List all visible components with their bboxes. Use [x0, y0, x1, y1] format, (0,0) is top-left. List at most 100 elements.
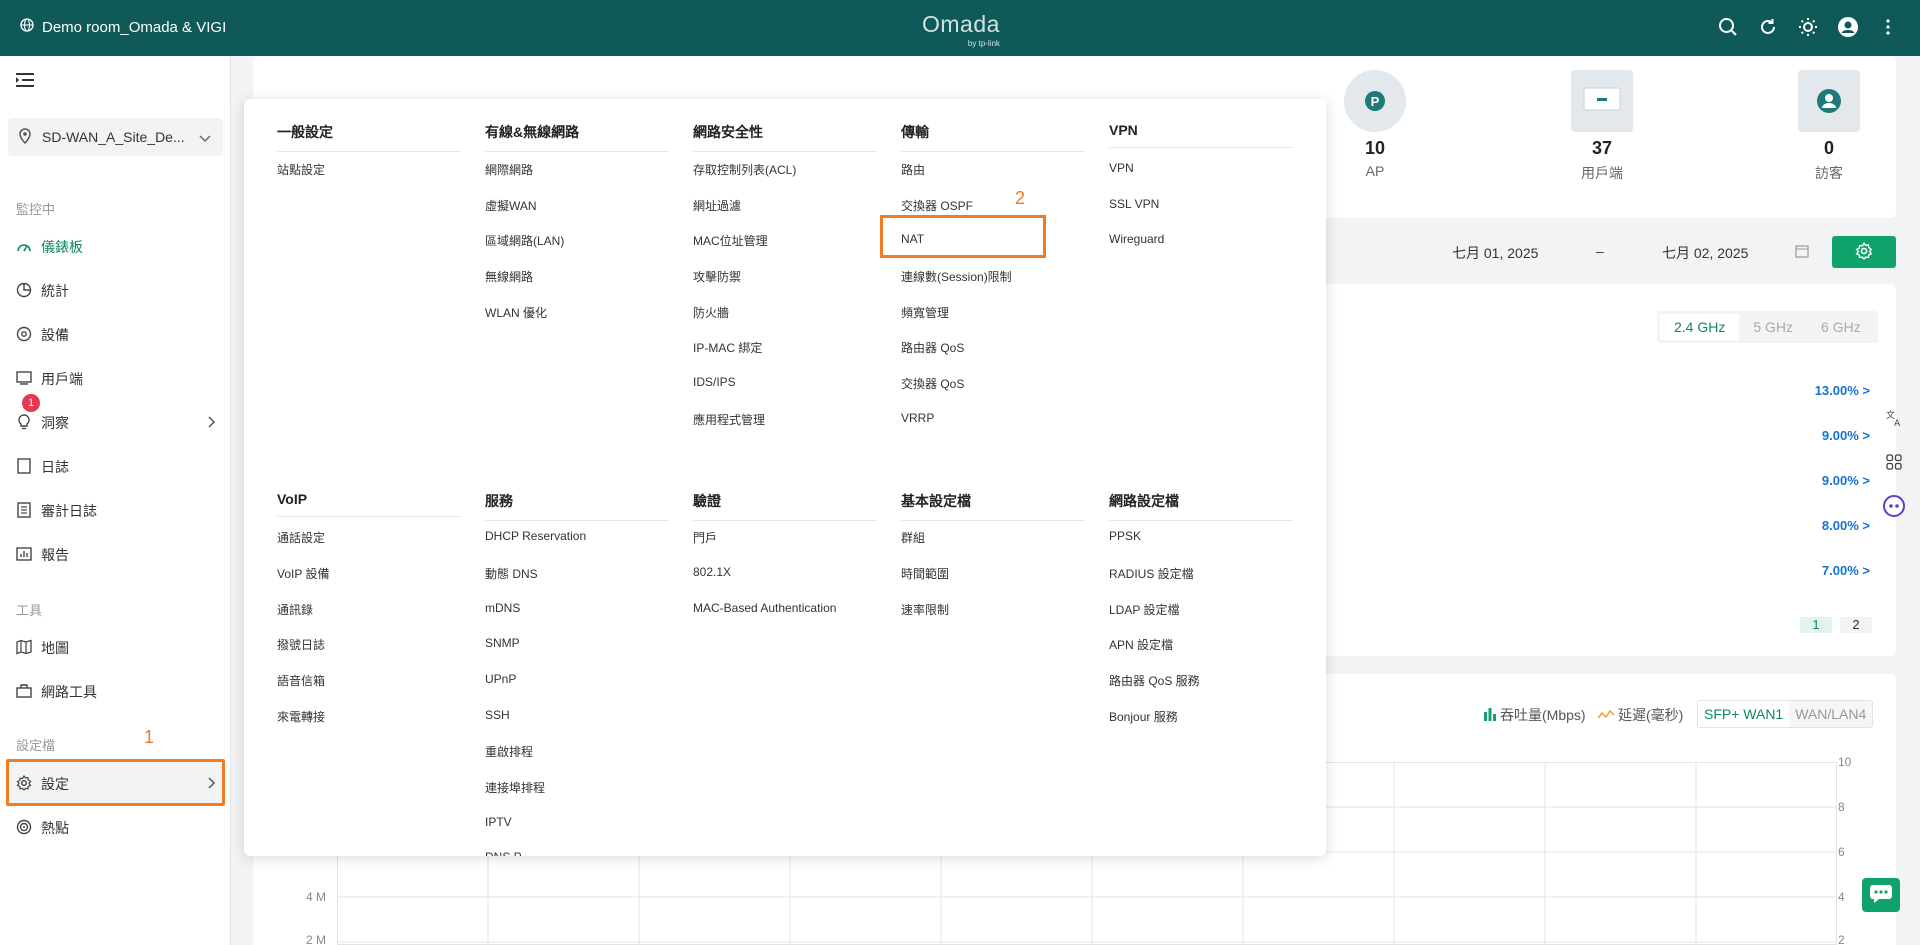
- sidebar-item-statistics[interactable]: 統計: [16, 281, 216, 301]
- menu-item-switch-qos[interactable]: 交換器 QoS: [901, 375, 964, 392]
- menu-item-voip-devices[interactable]: VoIP 設備: [277, 565, 329, 582]
- band-tab-2-4ghz[interactable]: 2.4 GHz: [1660, 314, 1740, 340]
- sidebar-item-settings[interactable]: 設定: [16, 774, 216, 794]
- sidebar-item-dashboard[interactable]: 儀錶板: [16, 237, 216, 257]
- menu-item-routing[interactable]: 路由: [901, 161, 925, 178]
- apps-grid-icon[interactable]: [1880, 448, 1908, 476]
- stat-clients[interactable]: 37 用戶端: [1557, 70, 1647, 183]
- menu-item-wlan-optimization[interactable]: WLAN 優化: [485, 304, 547, 321]
- menu-item-port-schedule[interactable]: 連接埠排程: [485, 779, 545, 796]
- band-tab-5ghz[interactable]: 5 GHz: [1739, 314, 1807, 340]
- refresh-icon[interactable]: [1756, 15, 1780, 39]
- sidebar-item-map[interactable]: 地圖: [16, 638, 216, 658]
- menu-item-groups[interactable]: 群組: [901, 529, 925, 546]
- sidebar-item-audit-logs[interactable]: 審計日誌: [16, 501, 216, 521]
- start-date[interactable]: 七月 01, 2025: [1452, 243, 1538, 263]
- page-2-button[interactable]: 2: [1840, 617, 1872, 633]
- annotation-2: 2: [1015, 188, 1026, 208]
- menu-item-upnp[interactable]: UPnP: [485, 672, 516, 686]
- menu-item-radius-profile[interactable]: RADIUS 設定檔: [1109, 565, 1194, 582]
- menu-item-ssl-vpn[interactable]: SSL VPN: [1109, 197, 1159, 211]
- tab-wan-lan4[interactable]: WAN/LAN4: [1789, 701, 1872, 727]
- page-1-button[interactable]: 1: [1800, 617, 1832, 633]
- menu-item-vpn[interactable]: VPN: [1109, 161, 1134, 175]
- sidebar-item-reports[interactable]: 報告: [16, 545, 216, 565]
- menu-item-apn-profile[interactable]: APN 設定檔: [1109, 636, 1173, 653]
- menu-item-internet[interactable]: 網際網路: [485, 161, 533, 178]
- menu-item-wireless[interactable]: 無線網路: [485, 268, 533, 285]
- percent-link[interactable]: 9.00% >: [1790, 473, 1870, 488]
- menu-item-site-settings[interactable]: 站點設定: [277, 161, 325, 178]
- more-vertical-icon[interactable]: [1876, 15, 1900, 39]
- menu-item-vrrp[interactable]: VRRP: [901, 411, 934, 425]
- menu-item-ddns[interactable]: 動態 DNS: [485, 565, 538, 582]
- menu-item-router-qos-service[interactable]: 路由器 QoS 服務: [1109, 672, 1200, 689]
- menu-item-app-management[interactable]: 應用程式管理: [693, 411, 765, 428]
- globe-icon: [20, 18, 34, 36]
- menu-item-session-limit[interactable]: 連線數(Session)限制: [901, 268, 1012, 285]
- percent-link[interactable]: 8.00% >: [1790, 518, 1870, 533]
- avatar[interactable]: [1836, 15, 1860, 39]
- menu-item-switch-ospf[interactable]: 交換器 OSPF: [901, 197, 973, 214]
- menu-item-reboot-schedule[interactable]: 重啟排程: [485, 743, 533, 760]
- menu-item-time-range[interactable]: 時間範圍: [901, 565, 949, 582]
- sidebar-item-clients[interactable]: 用戶端: [16, 369, 216, 389]
- percent-link[interactable]: 9.00% >: [1790, 428, 1870, 443]
- menu-item-mdns[interactable]: mDNS: [485, 601, 520, 615]
- site-selector[interactable]: SD-WAN_A_Site_De...: [8, 118, 223, 156]
- menu-item-iptv[interactable]: IPTV: [485, 815, 512, 829]
- section-tools: 工具: [16, 603, 43, 618]
- end-date[interactable]: 七月 02, 2025: [1662, 243, 1748, 263]
- stat-ap[interactable]: P 10 AP: [1330, 70, 1420, 179]
- menu-item-ip-mac-binding[interactable]: IP-MAC 綁定: [693, 339, 762, 356]
- assistant-bot-icon[interactable]: [1880, 492, 1908, 520]
- wan-switch: SFP+ WAN1 WAN/LAN4: [1697, 700, 1874, 728]
- menu-item-contacts[interactable]: 通訊錄: [277, 601, 313, 618]
- menu-item-firewall[interactable]: 防火牆: [693, 304, 729, 321]
- menu-item-router-qos[interactable]: 路由器 QoS: [901, 339, 964, 356]
- menu-item-lan[interactable]: 區域網路(LAN): [485, 232, 564, 249]
- menu-item-ssh[interactable]: SSH: [485, 708, 510, 722]
- menu-item-wireguard[interactable]: Wireguard: [1109, 232, 1164, 246]
- menu-item-mac-auth[interactable]: MAC-Based Authentication: [693, 601, 836, 615]
- menu-item-dhcp-reservation[interactable]: DHCP Reservation: [485, 529, 586, 543]
- menu-item-attack-defense[interactable]: 攻擊防禦: [693, 268, 741, 285]
- collapse-menu-icon[interactable]: [16, 72, 34, 91]
- menu-item-ldap-profile[interactable]: LDAP 設定檔: [1109, 601, 1179, 618]
- menu-item-bonjour-service[interactable]: Bonjour 服務: [1109, 708, 1178, 725]
- percent-link[interactable]: 13.00% >: [1790, 383, 1870, 398]
- search-icon[interactable]: [1716, 15, 1740, 39]
- translate-icon[interactable]: 文A: [1880, 404, 1908, 432]
- svg-text:A: A: [1894, 419, 1901, 427]
- site-switcher[interactable]: Demo room_Omada & VIGI: [20, 18, 226, 36]
- menu-item-acl[interactable]: 存取控制列表(ACL): [693, 161, 796, 178]
- menu-item-snmp[interactable]: SNMP: [485, 636, 520, 650]
- sidebar-item-hotspot[interactable]: 熱點: [16, 818, 216, 838]
- menu-item-portal[interactable]: 門戶: [693, 529, 717, 546]
- sidebar-item-network-tools[interactable]: 網路工具: [16, 682, 216, 702]
- menu-item-ids-ips[interactable]: IDS/IPS: [693, 375, 736, 389]
- calendar-icon[interactable]: [1795, 244, 1809, 261]
- menu-item-call-forward[interactable]: 來電轉接: [277, 708, 325, 725]
- chat-button[interactable]: [1862, 878, 1900, 912]
- menu-item-bandwidth[interactable]: 頻寬管理: [901, 304, 949, 321]
- menu-item-virtual-wan[interactable]: 虛擬WAN: [485, 197, 537, 214]
- theme-sun-icon[interactable]: [1796, 15, 1820, 39]
- menu-item-call-log[interactable]: 撥號日誌: [277, 636, 325, 653]
- menu-item-voicemail[interactable]: 語音信箱: [277, 672, 325, 689]
- sidebar-item-devices[interactable]: 設備: [16, 325, 216, 345]
- percent-link[interactable]: 7.00% >: [1790, 563, 1870, 578]
- menu-item-rate-limit[interactable]: 速率限制: [901, 601, 949, 618]
- menu-item-call-settings[interactable]: 通話設定: [277, 529, 325, 546]
- tab-sfp-wan1[interactable]: SFP+ WAN1: [1698, 701, 1790, 727]
- menu-item-url-filter[interactable]: 網址過濾: [693, 197, 741, 214]
- menu-item-dns-proxy[interactable]: DNS P...: [485, 850, 530, 856]
- band-tab-6ghz[interactable]: 6 GHz: [1807, 314, 1875, 340]
- sidebar-item-insight[interactable]: 洞察: [16, 413, 216, 433]
- stat-guests[interactable]: 0 訪客: [1784, 70, 1874, 183]
- menu-item-8021x[interactable]: 802.1X: [693, 565, 731, 579]
- menu-item-ppsk[interactable]: PPSK: [1109, 529, 1141, 543]
- menu-item-mac-management[interactable]: MAC位址管理: [693, 232, 768, 249]
- dashboard-settings-button[interactable]: [1832, 236, 1896, 268]
- sidebar-item-logs[interactable]: 日誌: [16, 457, 216, 477]
